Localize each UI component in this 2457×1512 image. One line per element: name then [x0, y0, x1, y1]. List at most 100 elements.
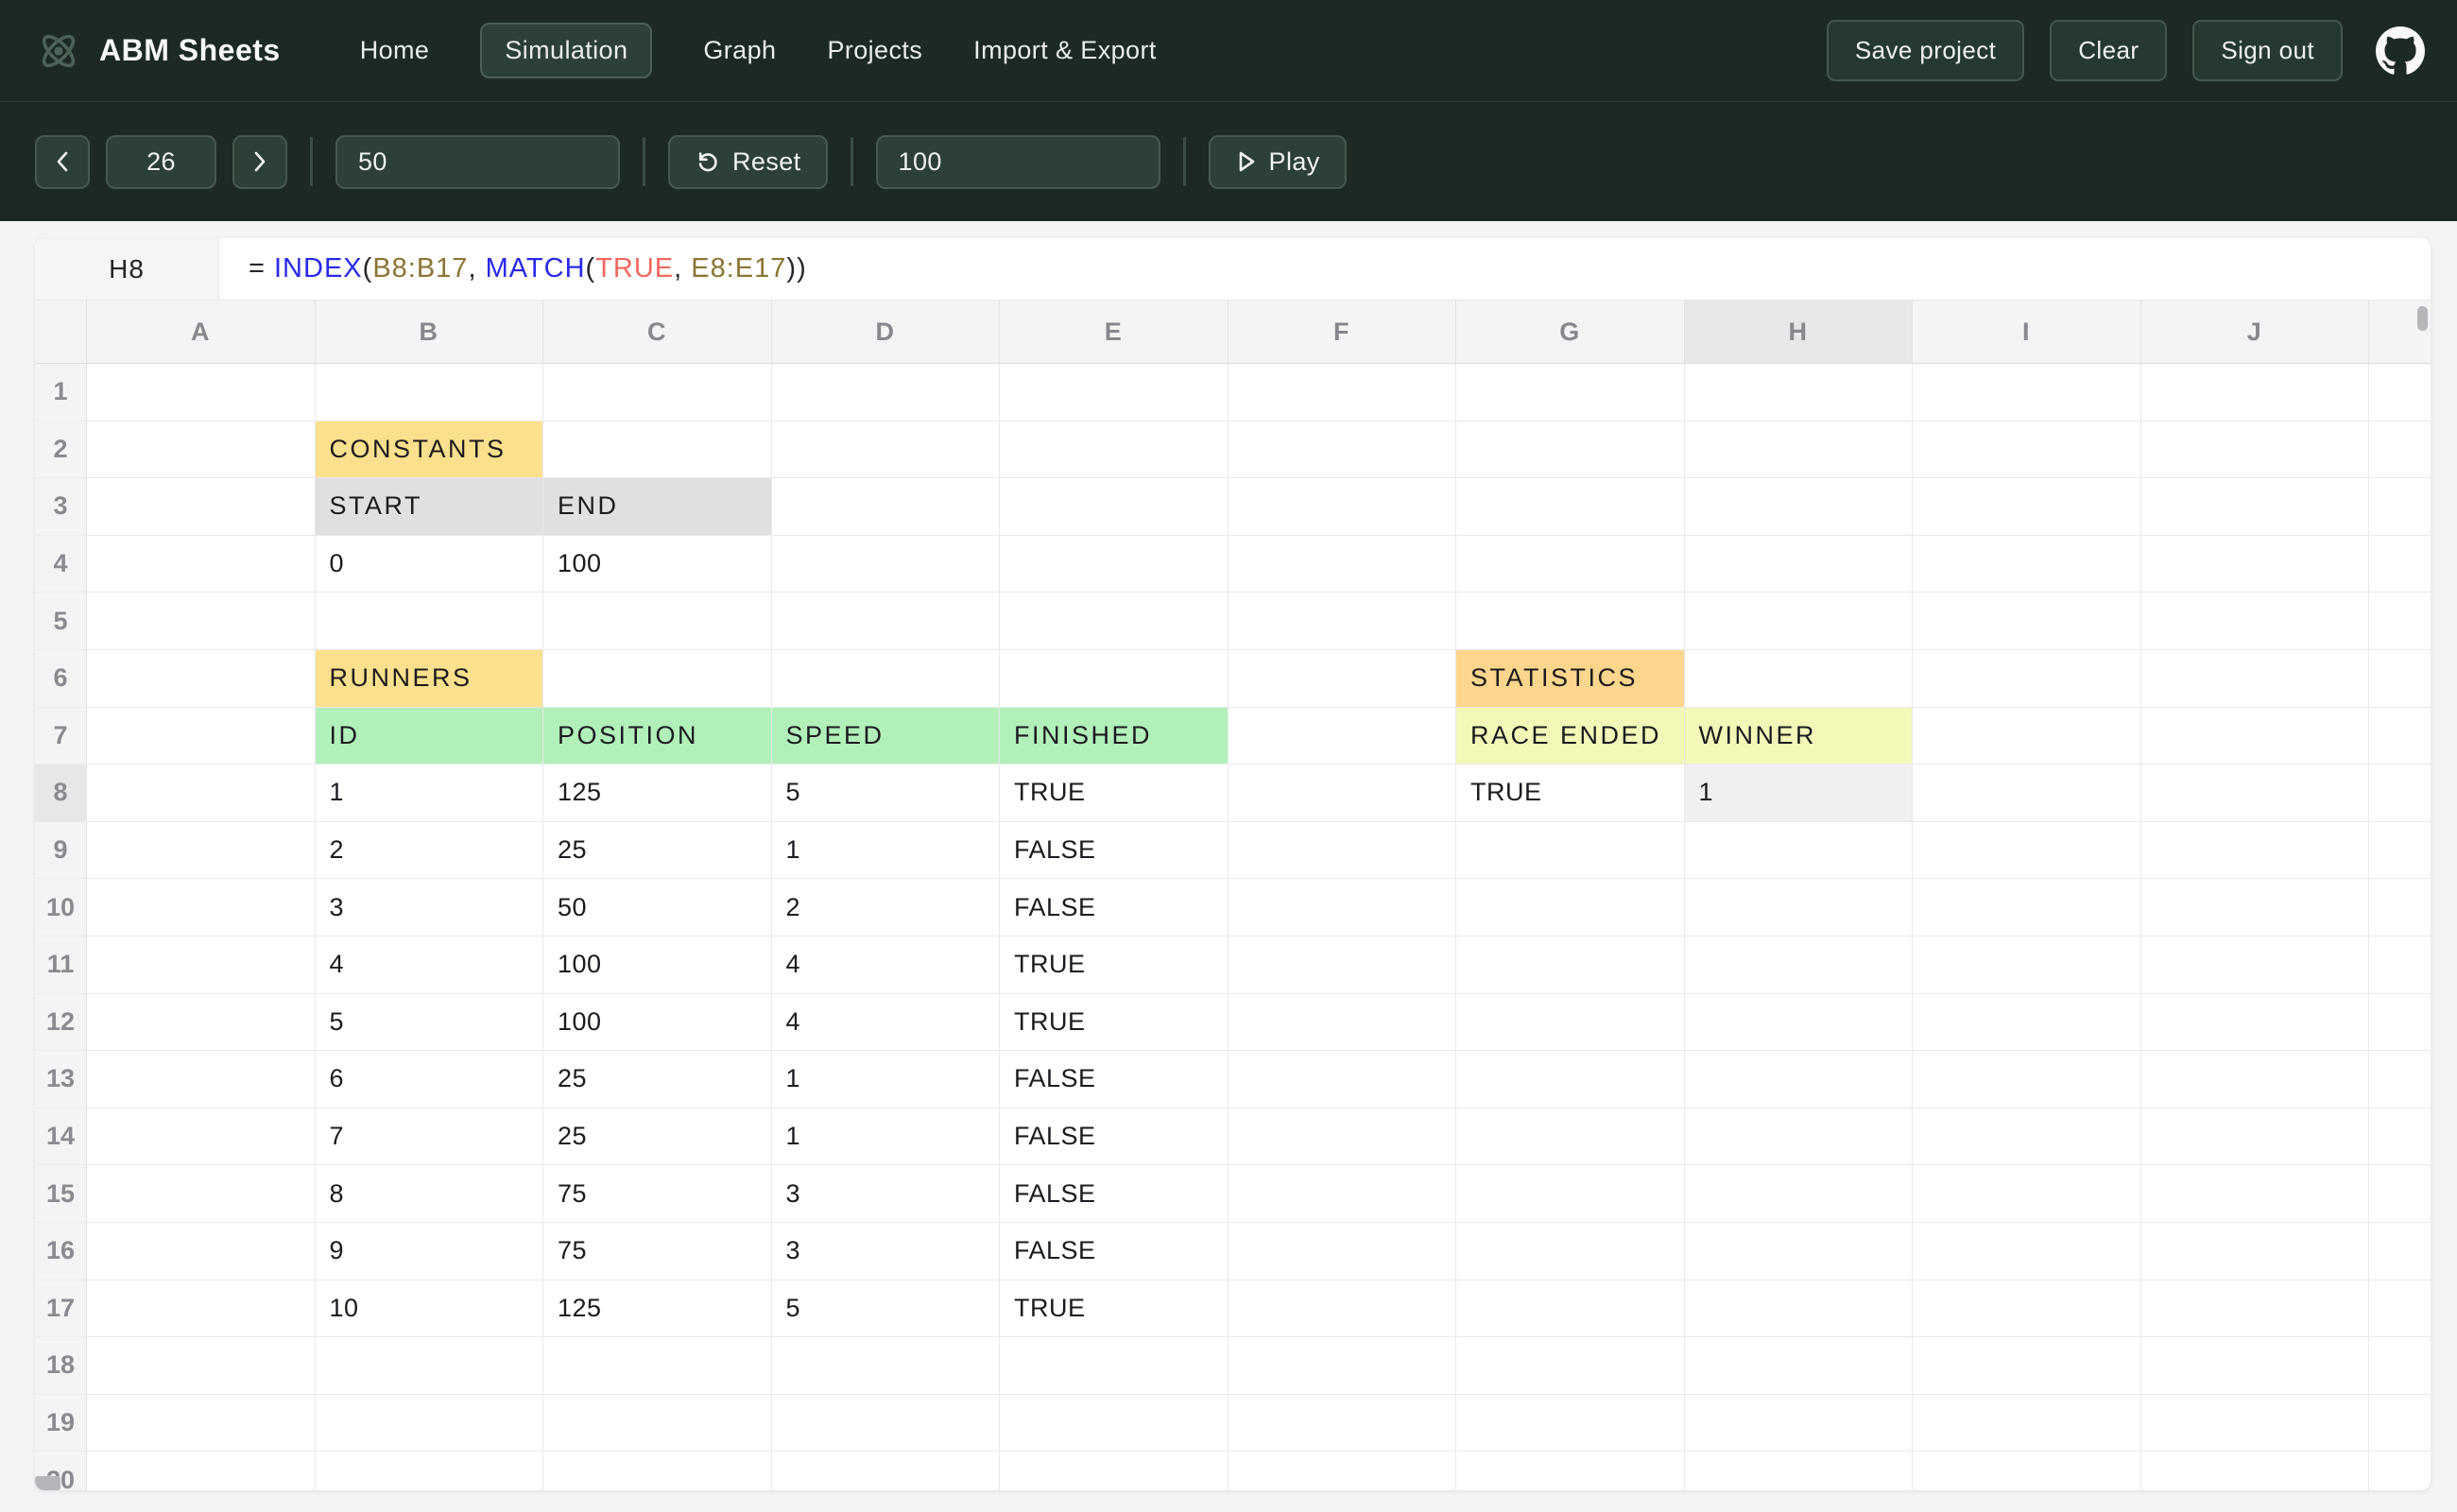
cell-G18[interactable] [1456, 1337, 1685, 1395]
cell-F20[interactable] [1228, 1452, 1457, 1490]
row-header-18[interactable]: 18 [35, 1337, 87, 1395]
cell-A7[interactable] [87, 708, 316, 765]
cell-D11[interactable]: 4 [772, 936, 1001, 994]
cell-A20[interactable] [87, 1452, 316, 1490]
cell-A19[interactable] [87, 1395, 316, 1452]
formula-input[interactable]: = INDEX(B8:B17, MATCH(TRUE, E8:E17)) [219, 238, 807, 300]
select-all-corner[interactable] [35, 301, 87, 363]
cell-I3[interactable] [1913, 478, 2141, 536]
cell-J7[interactable] [2141, 708, 2370, 765]
cell-F7[interactable] [1228, 708, 1457, 765]
row-header-14[interactable]: 14 [35, 1108, 87, 1166]
cell-E11[interactable]: TRUE [1000, 936, 1228, 994]
cell-C14[interactable]: 25 [543, 1108, 772, 1166]
column-header-D[interactable]: D [772, 301, 1001, 363]
cell-H18[interactable] [1685, 1337, 1914, 1395]
cell-E12[interactable]: TRUE [1000, 994, 1228, 1052]
cell-B3[interactable]: START [316, 478, 544, 536]
cell-F1[interactable] [1228, 364, 1457, 421]
cell-C20[interactable] [543, 1452, 772, 1490]
cell-I7[interactable] [1913, 708, 2141, 765]
cell-D13[interactable]: 1 [772, 1051, 1001, 1108]
cell-D1[interactable] [772, 364, 1001, 421]
cell-D18[interactable] [772, 1337, 1001, 1395]
cell-G7[interactable]: RACE ENDED [1456, 708, 1685, 765]
cell-D12[interactable]: 4 [772, 994, 1001, 1052]
cell-I15[interactable] [1913, 1165, 2141, 1223]
row-header-7[interactable]: 7 [35, 708, 87, 765]
step-forward-button[interactable] [232, 135, 287, 189]
cell-B11[interactable]: 4 [316, 936, 544, 994]
cell-I20[interactable] [1913, 1452, 2141, 1490]
cell-D6[interactable] [772, 650, 1001, 708]
cell-G8[interactable]: TRUE [1456, 765, 1685, 822]
cell-H9[interactable] [1685, 822, 1914, 880]
cell-A5[interactable] [87, 593, 316, 650]
cell-D20[interactable] [772, 1452, 1001, 1490]
cell-C2[interactable] [543, 421, 772, 479]
cell-J19[interactable] [2141, 1395, 2370, 1452]
row-header-10[interactable]: 10 [35, 879, 87, 936]
reset-button[interactable]: Reset [668, 135, 828, 189]
cell-J6[interactable] [2141, 650, 2370, 708]
cell-E20[interactable] [1000, 1452, 1228, 1490]
cell-A15[interactable] [87, 1165, 316, 1223]
cell-A2[interactable] [87, 421, 316, 479]
cell-H20[interactable] [1685, 1452, 1914, 1490]
cell-J10[interactable] [2141, 879, 2370, 936]
cell-E19[interactable] [1000, 1395, 1228, 1452]
cell-E16[interactable]: FALSE [1000, 1223, 1228, 1280]
cell-C19[interactable] [543, 1395, 772, 1452]
steps-total-input[interactable]: 100 [876, 135, 1160, 189]
cell-A4[interactable] [87, 536, 316, 593]
cell-C17[interactable]: 125 [543, 1280, 772, 1338]
cell-B2[interactable]: CONSTANTS [316, 421, 544, 479]
cell-H17[interactable] [1685, 1280, 1914, 1338]
cell-B16[interactable]: 9 [316, 1223, 544, 1280]
cell-J18[interactable] [2141, 1337, 2370, 1395]
row-header-2[interactable]: 2 [35, 421, 87, 479]
github-icon[interactable] [2376, 26, 2425, 76]
cell-F9[interactable] [1228, 822, 1457, 880]
row-header-12[interactable]: 12 [35, 994, 87, 1052]
cell-G15[interactable] [1456, 1165, 1685, 1223]
cell-D16[interactable]: 3 [772, 1223, 1001, 1280]
cell-F10[interactable] [1228, 879, 1457, 936]
cell-C12[interactable]: 100 [543, 994, 772, 1052]
cell-C6[interactable] [543, 650, 772, 708]
cell-D3[interactable] [772, 478, 1001, 536]
cell-H10[interactable] [1685, 879, 1914, 936]
cell-H15[interactable] [1685, 1165, 1914, 1223]
cell-E2[interactable] [1000, 421, 1228, 479]
cell-I12[interactable] [1913, 994, 2141, 1052]
cell-E4[interactable] [1000, 536, 1228, 593]
cell-J15[interactable] [2141, 1165, 2370, 1223]
cell-G10[interactable] [1456, 879, 1685, 936]
step-back-button[interactable] [35, 135, 90, 189]
cell-F15[interactable] [1228, 1165, 1457, 1223]
cell-I2[interactable] [1913, 421, 2141, 479]
cell-E3[interactable] [1000, 478, 1228, 536]
nav-item-import-export[interactable]: Import & Export [973, 23, 1157, 78]
cell-F16[interactable] [1228, 1223, 1457, 1280]
cell-G3[interactable] [1456, 478, 1685, 536]
column-header-B[interactable]: B [316, 301, 544, 363]
nav-item-graph[interactable]: Graph [703, 23, 776, 78]
current-step-value[interactable]: 26 [106, 135, 216, 189]
cell-H1[interactable] [1685, 364, 1914, 421]
cell-J3[interactable] [2141, 478, 2370, 536]
row-header-15[interactable]: 15 [35, 1165, 87, 1223]
cell-F5[interactable] [1228, 593, 1457, 650]
cell-J9[interactable] [2141, 822, 2370, 880]
cell-A18[interactable] [87, 1337, 316, 1395]
cell-B19[interactable] [316, 1395, 544, 1452]
cell-C11[interactable]: 100 [543, 936, 772, 994]
cell-G1[interactable] [1456, 364, 1685, 421]
cell-C9[interactable]: 25 [543, 822, 772, 880]
row-header-6[interactable]: 6 [35, 650, 87, 708]
cell-reference-box[interactable]: H8 [35, 238, 219, 300]
cell-E17[interactable]: TRUE [1000, 1280, 1228, 1338]
cell-A8[interactable] [87, 765, 316, 822]
cell-D19[interactable] [772, 1395, 1001, 1452]
cell-J16[interactable] [2141, 1223, 2370, 1280]
